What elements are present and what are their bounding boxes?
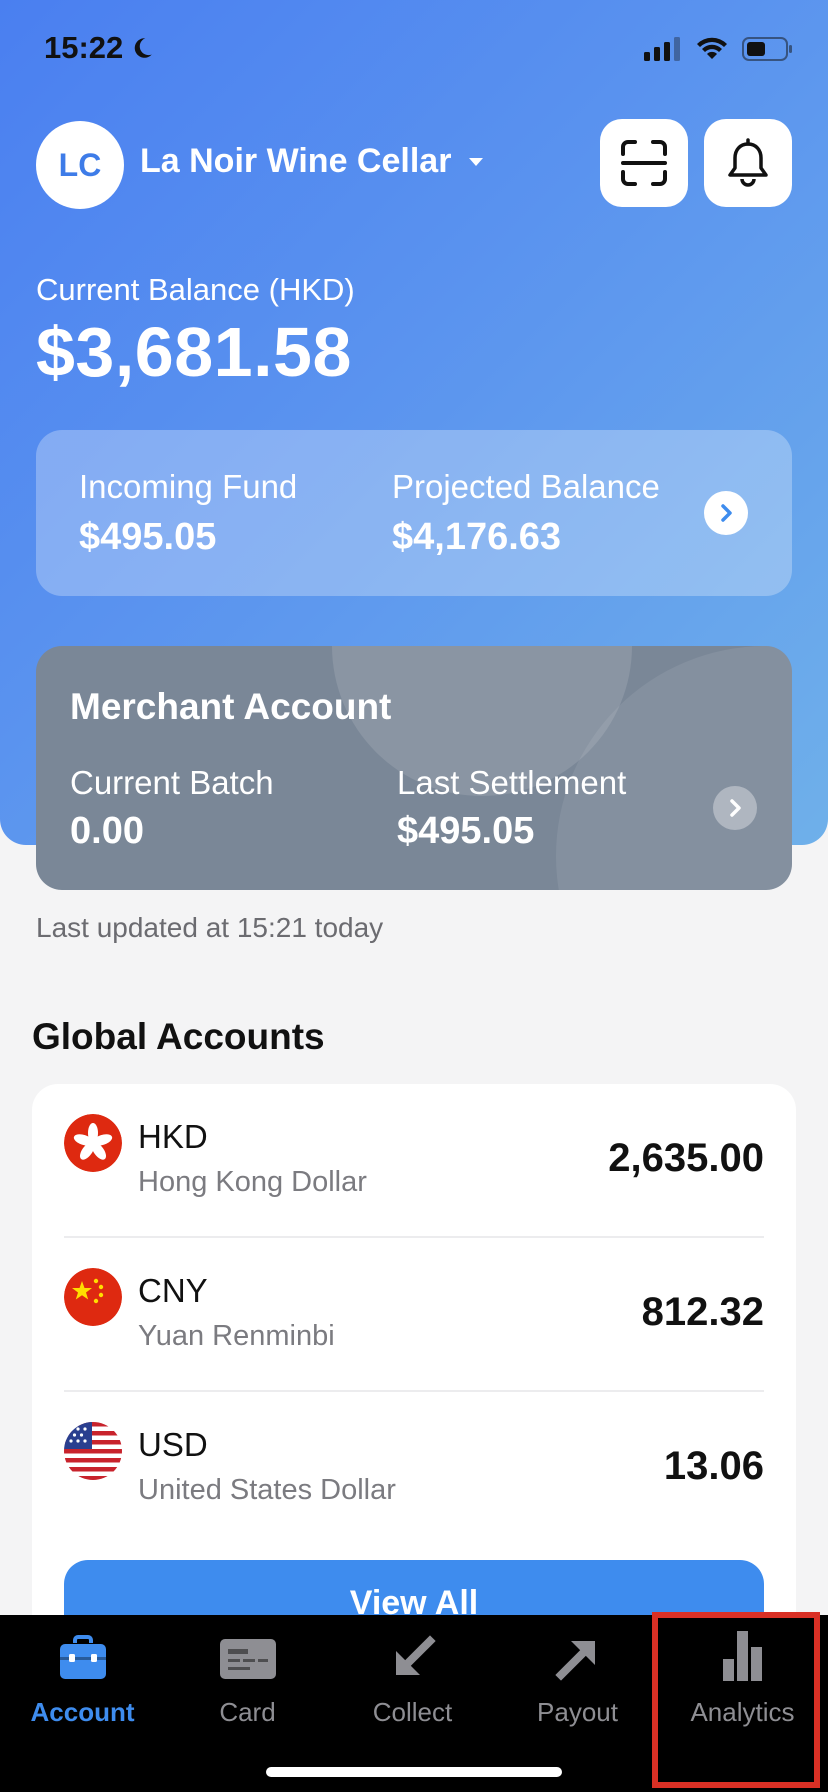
signal-icon: [644, 37, 680, 61]
account-name: Yuan Renminbi: [138, 1320, 335, 1352]
caret-down-icon: [469, 157, 484, 166]
account-code: USD: [138, 1426, 208, 1463]
current-batch-value: 0.00: [70, 810, 144, 852]
account-name: United States Dollar: [138, 1474, 396, 1506]
balance-value: $3,681.58: [36, 313, 352, 391]
account-row-hkd[interactable]: HKD Hong Kong Dollar 2,635.00: [32, 1084, 796, 1238]
current-batch-label: Current Batch: [70, 764, 274, 801]
account-amount: 2,635.00: [608, 1136, 764, 1180]
status-time: 15:22: [44, 30, 155, 66]
merchant-name: La Noir Wine Cellar: [140, 142, 452, 180]
incoming-fund-label: Incoming Fund: [79, 468, 298, 505]
battery-icon: [742, 37, 792, 61]
avatar[interactable]: LC: [36, 121, 124, 209]
projected-balance-value: $4,176.63: [392, 516, 562, 558]
tab-account[interactable]: Account: [0, 1615, 165, 1745]
status-indicators: [644, 36, 794, 62]
tab-collect[interactable]: Collect: [330, 1615, 495, 1745]
analytics-highlight-box: [652, 1612, 820, 1788]
chevron-right-icon: [721, 504, 732, 522]
tab-payout[interactable]: Payout: [495, 1615, 660, 1745]
account-name: Hong Kong Dollar: [138, 1166, 367, 1198]
scan-icon: [621, 140, 667, 186]
tab-card[interactable]: Card: [165, 1615, 330, 1745]
merchant-account-card[interactable]: Merchant Account Current Batch 0.00 Last…: [36, 646, 792, 890]
incoming-fund-value: $495.05: [79, 516, 217, 558]
tab-label: Account: [30, 1697, 135, 1727]
account-amount: 812.32: [641, 1290, 764, 1334]
us-flag-icon: [64, 1422, 122, 1480]
notifications-button[interactable]: [704, 119, 792, 207]
account-amount: 13.06: [663, 1444, 764, 1488]
briefcase-icon: [59, 1635, 106, 1679]
tab-label: Payout: [537, 1697, 618, 1727]
arrow-down-left-icon: [395, 1635, 436, 1675]
account-code: CNY: [138, 1272, 208, 1309]
tab-label: Collect: [372, 1697, 453, 1727]
merchant-account-title: Merchant Account: [70, 686, 392, 727]
account-row-usd[interactable]: USD United States Dollar 13.06: [32, 1392, 796, 1546]
last-settlement-value: $495.05: [397, 810, 535, 852]
merchant-switcher[interactable]: La Noir Wine Cellar: [140, 142, 485, 181]
global-accounts-title: Global Accounts: [32, 1016, 325, 1057]
projected-balance-label: Projected Balance: [392, 468, 660, 505]
cn-flag-icon: [64, 1268, 122, 1326]
last-updated-text: Last updated at 15:21 today: [36, 912, 384, 943]
tab-label: Card: [219, 1697, 276, 1727]
account-row-cny[interactable]: CNY Yuan Renminbi 812.32: [32, 1238, 796, 1392]
home-indicator[interactable]: [266, 1767, 562, 1777]
moon-icon: [135, 38, 153, 58]
wifi-icon: [697, 37, 727, 59]
chevron-right-icon: [730, 799, 741, 817]
card-icon: [219, 1639, 276, 1679]
arrow-up-right-icon: [554, 1641, 595, 1681]
hk-flag-icon: [64, 1114, 122, 1172]
bell-icon: [728, 138, 768, 187]
fund-details-button[interactable]: [704, 491, 748, 535]
last-settlement-label: Last Settlement: [397, 764, 627, 801]
scan-button[interactable]: [600, 119, 688, 207]
account-code: HKD: [138, 1118, 208, 1155]
merchant-details-button[interactable]: [713, 786, 757, 830]
balance-label: Current Balance (HKD): [36, 272, 355, 307]
fund-summary-card[interactable]: Incoming Fund $495.05 Projected Balance …: [36, 430, 792, 596]
